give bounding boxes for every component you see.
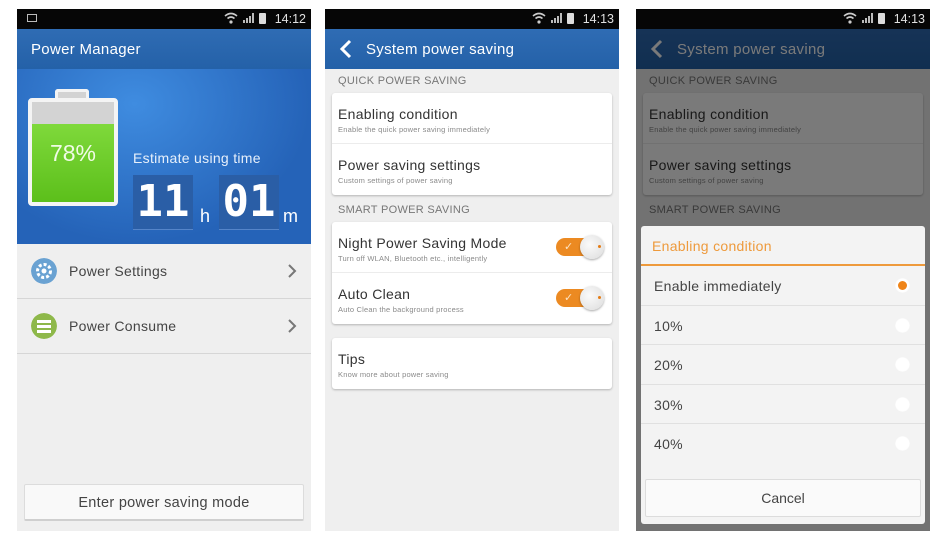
check-icon: ✓ xyxy=(564,241,574,253)
radio-selected[interactable] xyxy=(895,278,910,293)
option-40[interactable]: 40% xyxy=(641,424,925,464)
power-saving-settings-row[interactable]: Power saving settings Custom settings of… xyxy=(332,144,612,195)
enter-power-saving-button[interactable]: Enter power saving mode xyxy=(24,484,304,521)
section-header-smart: SMART POWER SAVING xyxy=(338,204,470,216)
power-menu: Power Settings Power Consume xyxy=(17,244,311,354)
option-20[interactable]: 20% xyxy=(641,345,925,385)
quick-power-saving-card: Enabling condition Enable the quick powe… xyxy=(332,93,612,195)
power-manager-screen: 14:12 Power Manager 78% Estimate using t… xyxy=(17,9,311,531)
row-subtitle: Enable the quick power saving immediatel… xyxy=(338,125,491,134)
radio[interactable] xyxy=(895,317,910,333)
battery-status-icon xyxy=(878,12,885,24)
check-icon: ✓ xyxy=(564,292,574,304)
radio[interactable] xyxy=(895,357,910,372)
page-title: System power saving xyxy=(366,41,515,58)
wifi-icon xyxy=(224,12,238,24)
cancel-button[interactable]: Cancel xyxy=(645,479,921,517)
notification-icon xyxy=(27,14,37,22)
tips-row[interactable]: Tips Know more about power saving xyxy=(332,338,612,389)
night-power-saving-row: Night Power Saving Mode Turn off WLAN, B… xyxy=(332,222,612,273)
row-subtitle: Auto Clean the background process xyxy=(338,305,464,314)
battery-status-icon xyxy=(567,12,574,24)
row-subtitle: Turn off WLAN, Bluetooth etc., intellige… xyxy=(338,254,488,263)
signal-icon xyxy=(551,13,562,23)
status-time: 14:13 xyxy=(582,12,614,26)
auto-clean-toggle[interactable]: ✓ xyxy=(556,286,604,310)
battery-percent: 78% xyxy=(49,140,97,166)
night-mode-toggle[interactable]: ✓ xyxy=(556,235,604,259)
status-time: 14:12 xyxy=(274,12,306,26)
signal-icon xyxy=(243,13,254,23)
status-bar: 14:13 xyxy=(325,9,619,29)
option-label: 30% xyxy=(654,396,683,413)
hours-display: 11 xyxy=(133,175,193,230)
minutes-display: 01 xyxy=(219,175,279,230)
option-30[interactable]: 30% xyxy=(641,385,925,424)
enabling-condition-row[interactable]: Enabling condition Enable the quick powe… xyxy=(332,93,612,144)
signal-icon xyxy=(862,13,873,23)
option-label: 10% xyxy=(654,317,683,334)
status-time: 14:13 xyxy=(893,12,925,26)
menu-item-power-settings[interactable]: Power Settings xyxy=(17,244,311,299)
page-title: Power Manager xyxy=(31,41,141,58)
dialog-title: Enabling condition xyxy=(641,226,925,266)
menu-label: Power Consume xyxy=(69,318,177,334)
row-title: Auto Clean xyxy=(338,286,411,302)
battery-summary: 78% Estimate using time 11 h 01 m xyxy=(17,69,311,244)
hours-unit: h xyxy=(200,206,211,226)
chevron-right-icon xyxy=(288,264,297,278)
menu-item-power-consume[interactable]: Power Consume xyxy=(17,299,311,354)
app-bar: Power Manager xyxy=(17,29,311,69)
enabling-condition-dialog: Enabling condition Enable immediately 10… xyxy=(641,226,925,524)
status-bar: 14:12 xyxy=(17,9,311,29)
wifi-icon xyxy=(532,12,546,24)
back-icon[interactable] xyxy=(339,39,353,59)
smart-power-saving-card: Night Power Saving Mode Turn off WLAN, B… xyxy=(332,222,612,324)
row-subtitle: Custom settings of power saving xyxy=(338,176,453,185)
hours-value: 11 xyxy=(136,176,190,227)
auto-clean-row: Auto Clean Auto Clean the background pro… xyxy=(332,273,612,324)
wifi-icon xyxy=(843,12,857,24)
system-power-saving-screen: 14:13 System power saving QUICK POWER SA… xyxy=(325,9,619,531)
minutes-unit: m xyxy=(283,206,298,226)
option-enable-immediately[interactable]: Enable immediately xyxy=(641,266,925,306)
row-title: Tips xyxy=(338,351,366,367)
battery-status-icon xyxy=(259,12,266,24)
option-label: Enable immediately xyxy=(654,278,782,294)
estimate-label: Estimate using time xyxy=(133,150,261,166)
app-bar: System power saving xyxy=(325,29,619,69)
section-header-quick: QUICK POWER SAVING xyxy=(338,75,467,87)
chevron-right-icon xyxy=(288,319,297,333)
status-bar: 14:13 xyxy=(636,9,930,29)
minutes-value: 01 xyxy=(222,176,276,227)
row-subtitle: Know more about power saving xyxy=(338,370,449,379)
option-label: 40% xyxy=(654,436,683,452)
radio[interactable] xyxy=(895,436,910,451)
gear-icon xyxy=(31,258,57,284)
enabling-condition-dialog-screen: 14:13 System power saving QUICK POWER SA… xyxy=(636,9,930,531)
tips-card: Tips Know more about power saving xyxy=(332,338,612,389)
menu-label: Power Settings xyxy=(69,263,168,279)
row-title: Enabling condition xyxy=(338,106,458,122)
battery-graphic: 78% xyxy=(28,89,118,207)
row-title: Power saving settings xyxy=(338,157,481,173)
list-icon xyxy=(31,313,57,339)
row-title: Night Power Saving Mode xyxy=(338,235,507,251)
option-label: 20% xyxy=(654,357,683,373)
radio[interactable] xyxy=(895,396,910,412)
option-10[interactable]: 10% xyxy=(641,306,925,345)
